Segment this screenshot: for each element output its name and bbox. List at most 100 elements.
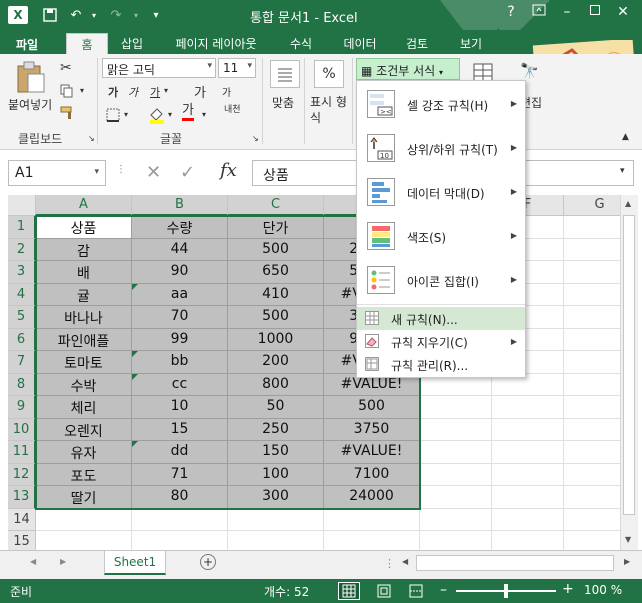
row-header[interactable]: 2 [8, 238, 36, 261]
cell-e10[interactable] [420, 418, 492, 441]
tab-insert[interactable]: 삽입 [112, 33, 152, 54]
undo-dropdown-icon[interactable]: ▾ [84, 5, 104, 25]
cell-a12[interactable]: 포도 [36, 463, 132, 486]
scroll-right-icon[interactable]: ▶ [624, 557, 630, 566]
bold-button[interactable]: 가 [108, 84, 118, 100]
tab-view[interactable]: 보기 [452, 33, 490, 54]
fill-color-icon[interactable] [148, 106, 166, 127]
cell-c13[interactable]: 300 [228, 486, 324, 509]
row-header[interactable]: 14 [8, 508, 36, 531]
clipboard-launcher-icon[interactable]: ↘ [88, 134, 95, 143]
cell-f11[interactable] [492, 441, 564, 464]
undo-icon[interactable]: ↶ [66, 5, 86, 25]
cell-f13[interactable] [492, 486, 564, 509]
cell-e11[interactable] [420, 441, 492, 464]
cell-c1[interactable]: 단가 [228, 216, 324, 239]
minimize-button[interactable]: – [556, 4, 578, 24]
cell-a10[interactable]: 오렌지 [36, 418, 132, 441]
cell-a1[interactable]: 상품 [36, 216, 132, 239]
menu-color-scales[interactable]: 색조(S) ▶ [357, 215, 525, 259]
zoom-out-button[interactable]: – [440, 582, 447, 598]
tab-file[interactable]: 파일 [0, 33, 54, 54]
tab-data[interactable]: 데이터 [336, 33, 384, 54]
cell-a5[interactable]: 바나나 [36, 306, 132, 329]
row-header[interactable]: 6 [8, 328, 36, 351]
customize-qat-icon[interactable]: ▾ [146, 5, 166, 25]
page-break-view-icon[interactable] [408, 584, 424, 601]
cell-g4[interactable] [564, 283, 620, 306]
cell-d9[interactable]: 500 [324, 396, 420, 419]
cell-a4[interactable]: 귤 [36, 283, 132, 306]
zoom-slider-thumb[interactable] [504, 584, 508, 598]
cell-d14[interactable] [324, 508, 420, 531]
page-layout-view-icon[interactable] [376, 584, 392, 601]
cell-a11[interactable]: 유자 [36, 441, 132, 464]
cell-f10[interactable] [492, 418, 564, 441]
next-sheet-icon[interactable]: ▶ [60, 557, 66, 566]
number-format-button[interactable]: 표시 형식 [310, 94, 352, 126]
row-header[interactable]: 15 [8, 531, 36, 550]
cell-c15[interactable] [228, 531, 324, 550]
normal-view-icon[interactable] [338, 582, 360, 600]
border-dropdown-icon[interactable]: ▾ [124, 110, 128, 119]
font-name-combo[interactable]: 맑은 고딕 ▾ [102, 58, 216, 78]
menu-top-bottom-rules[interactable]: 10 상위/하위 규칙(T) ▶ [357, 127, 525, 171]
cell-b5[interactable]: 70 [132, 306, 228, 329]
grow-font-button[interactable]: 가 [194, 82, 206, 101]
cell-b9[interactable]: 10 [132, 396, 228, 419]
collapse-ribbon-icon[interactable]: ▲ [622, 132, 629, 142]
cell-b8[interactable]: cc [132, 373, 228, 396]
cell-g7[interactable] [564, 351, 620, 374]
cell-b3[interactable]: 90 [132, 261, 228, 284]
cell-g13[interactable] [564, 486, 620, 509]
prev-sheet-icon[interactable]: ◀ [30, 557, 36, 566]
menu-data-bars[interactable]: 데이터 막대(D) ▶ [357, 171, 525, 215]
cell-a6[interactable]: 파인애플 [36, 328, 132, 351]
ribbon-display-icon[interactable] [528, 4, 550, 24]
cell-g15[interactable] [564, 531, 620, 550]
cell-c5[interactable]: 500 [228, 306, 324, 329]
copy-dropdown-icon[interactable]: ▾ [80, 86, 84, 95]
paste-icon[interactable] [14, 60, 48, 97]
vertical-scrollbar[interactable]: ▲ ▼ [620, 195, 638, 550]
cell-g5[interactable] [564, 306, 620, 329]
cell-a8[interactable]: 수박 [36, 373, 132, 396]
row-header[interactable]: 7 [8, 351, 36, 374]
cell-g12[interactable] [564, 463, 620, 486]
name-box[interactable]: A1 ▾ [8, 160, 106, 186]
align-icon[interactable] [270, 60, 300, 88]
cell-g11[interactable] [564, 441, 620, 464]
tab-formulas[interactable]: 수식 [282, 33, 320, 54]
cell-g6[interactable] [564, 328, 620, 351]
sheet-tab-sheet1[interactable]: Sheet1 [104, 551, 166, 575]
row-header[interactable]: 13 [8, 486, 36, 509]
find-icon[interactable]: 🔭 [520, 62, 539, 80]
cell-c4[interactable]: 410 [228, 283, 324, 306]
cell-a14[interactable] [36, 508, 132, 531]
font-launcher-icon[interactable]: ↘ [252, 134, 259, 143]
cell-d10[interactable]: 3750 [324, 418, 420, 441]
menu-manage-rules[interactable]: 규칙 관리(R)... [357, 353, 525, 376]
cell-g2[interactable] [564, 238, 620, 261]
cell-a7[interactable]: 토마토 [36, 351, 132, 374]
cell-e14[interactable] [420, 508, 492, 531]
cell-g8[interactable] [564, 373, 620, 396]
cell-b13[interactable]: 80 [132, 486, 228, 509]
cell-e9[interactable] [420, 396, 492, 419]
fill-dropdown-icon[interactable]: ▾ [168, 110, 172, 119]
cell-a2[interactable]: 감 [36, 238, 132, 261]
zoom-in-button[interactable]: + [562, 581, 574, 597]
column-header-c[interactable]: C [228, 195, 324, 216]
row-header[interactable]: 4 [8, 283, 36, 306]
cell-d15[interactable] [324, 531, 420, 550]
cell-c11[interactable]: 150 [228, 441, 324, 464]
redo-dropdown-icon[interactable]: ▾ [126, 5, 146, 25]
cell-b1[interactable]: 수량 [132, 216, 228, 239]
italic-button[interactable]: 가 [128, 84, 138, 100]
column-header-a[interactable]: A [36, 195, 132, 216]
column-header-b[interactable]: B [132, 195, 228, 216]
font-size-combo[interactable]: 11 ▾ [218, 58, 256, 78]
help-button[interactable]: ? [500, 4, 522, 24]
scroll-thumb[interactable] [623, 215, 635, 515]
expand-formula-icon[interactable]: ▾ [620, 166, 625, 176]
